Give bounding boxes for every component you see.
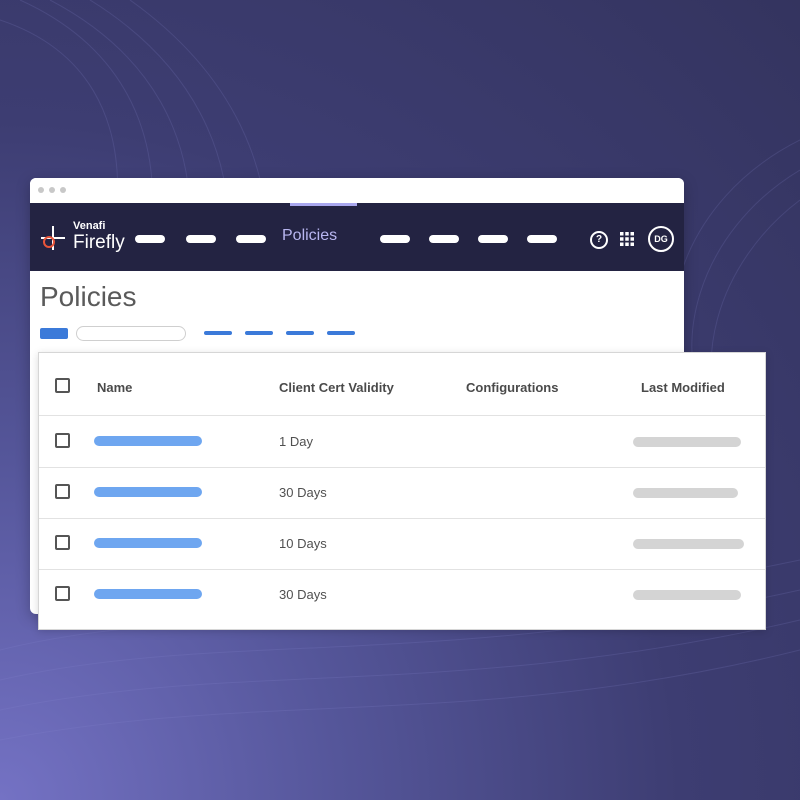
policy-name-link[interactable]: [94, 589, 202, 599]
nav-item-6[interactable]: [429, 235, 459, 243]
window-dot: [38, 187, 44, 193]
window-dot: [49, 187, 55, 193]
row-checkbox[interactable]: [55, 484, 70, 499]
last-modified-cell: [633, 437, 741, 447]
window-dot: [60, 187, 66, 193]
apps-grid-icon[interactable]: [620, 232, 634, 246]
brand-company: Venafi: [73, 220, 106, 232]
table-row[interactable]: 30 Days: [39, 467, 765, 519]
column-header-configurations[interactable]: Configurations: [466, 380, 558, 395]
primary-action-button[interactable]: [40, 328, 68, 339]
page-title: Policies: [40, 281, 137, 312]
select-all-checkbox[interactable]: [55, 378, 70, 393]
client-cert-validity-cell: 30 Days: [279, 485, 327, 500]
client-cert-validity-cell: 10 Days: [279, 536, 327, 551]
row-checkbox[interactable]: [55, 433, 70, 448]
row-checkbox[interactable]: [55, 586, 70, 601]
nav-item-7[interactable]: [478, 235, 508, 243]
toolbar-link-3[interactable]: [286, 331, 314, 335]
search-input[interactable]: [76, 326, 186, 341]
toolbar-link-4[interactable]: [327, 331, 355, 335]
user-avatar[interactable]: DG: [648, 226, 674, 252]
nav-item-policies[interactable]: Policies: [282, 227, 337, 245]
window-titlebar: [30, 178, 684, 203]
nav-item-1[interactable]: [135, 235, 165, 243]
client-cert-validity-cell: 30 Days: [279, 587, 327, 602]
help-icon[interactable]: ?: [590, 231, 608, 249]
column-header-name[interactable]: Name: [97, 380, 132, 395]
last-modified-cell: [633, 539, 744, 549]
column-header-last-modified[interactable]: Last Modified: [641, 380, 725, 395]
policy-name-link[interactable]: [94, 538, 202, 548]
policy-name-link[interactable]: [94, 436, 202, 446]
toolbar-link-1[interactable]: [204, 331, 232, 335]
active-tab-indicator: [290, 203, 357, 206]
client-cert-validity-cell: 1 Day: [279, 434, 313, 449]
last-modified-cell: [633, 488, 738, 498]
nav-item-5[interactable]: [380, 235, 410, 243]
nav-item-2[interactable]: [186, 235, 216, 243]
column-header-client-cert-validity[interactable]: Client Cert Validity: [279, 380, 394, 395]
toolbar-link-2[interactable]: [245, 331, 273, 335]
table-row[interactable]: 1 Day: [39, 416, 765, 468]
policies-table: Name Client Cert Validity Configurations…: [38, 352, 766, 630]
table-row[interactable]: 30 Days: [39, 569, 765, 620]
table-header: Name Client Cert Validity Configurations…: [39, 353, 765, 416]
top-navbar: Venafi Firefly Policies ? DG: [30, 203, 684, 271]
last-modified-cell: [633, 590, 741, 600]
brand-product: Firefly: [73, 232, 125, 253]
row-checkbox[interactable]: [55, 535, 70, 550]
nav-item-8[interactable]: [527, 235, 557, 243]
nav-item-3[interactable]: [236, 235, 266, 243]
venafi-logo-icon: [41, 226, 65, 250]
table-row[interactable]: 10 Days: [39, 518, 765, 570]
policy-name-link[interactable]: [94, 487, 202, 497]
